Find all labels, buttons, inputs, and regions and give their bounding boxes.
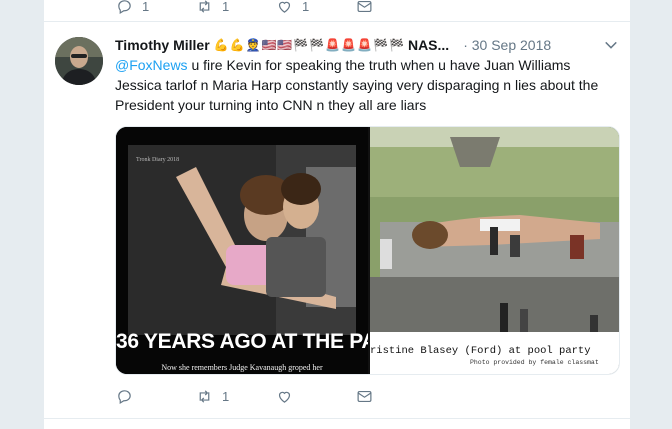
reply-button[interactable]: 1 [116, 0, 149, 15]
retweet-button[interactable]: 1 [196, 0, 229, 15]
timeline-column: 1 1 1 Timothy Miller 💪💪👮🇺🇸🇺🇸🏁🏁🚨🚨🚨🏁🏁 NAS.… [43, 0, 631, 429]
dm-button[interactable] [356, 0, 373, 15]
retweet-icon [199, 390, 210, 403]
right-subcaption: Photo provided by female classmat [470, 359, 599, 366]
display-name-tail[interactable]: NAS... [408, 37, 449, 53]
tweet-text: @FoxNews u fire Kevin for speaking the t… [115, 55, 615, 115]
like-button[interactable] [276, 388, 302, 405]
media-image-right[interactable]: ristine Blasey (Ford) at pool party Phot… [370, 127, 619, 374]
left-caption: 36 YEARS AGO AT THE PART [116, 330, 368, 353]
tweet-media[interactable]: Tronk Diary 2018 36 YEARS AGO AT THE PAR… [115, 126, 620, 375]
envelope-icon [357, 390, 372, 403]
left-corner-text: Tronk Diary 2018 [136, 157, 180, 163]
like-count: 1 [302, 0, 310, 14]
mention-link[interactable]: @FoxNews [115, 57, 188, 73]
like-button[interactable]: 1 [276, 0, 309, 15]
retweet-count: 1 [222, 389, 230, 404]
reply-button[interactable] [116, 388, 142, 405]
display-name[interactable]: Timothy Miller [115, 37, 210, 53]
retweet-count: 1 [222, 0, 230, 14]
tweet-menu-button[interactable] [604, 38, 618, 52]
chevron-down-icon [605, 41, 617, 49]
avatar[interactable] [55, 37, 103, 85]
tweet-date[interactable]: · 30 Sep 2018 [463, 37, 551, 53]
retweet-icon [199, 0, 210, 13]
previous-tweet-actions: 1 1 1 [44, 0, 630, 22]
photo-right [370, 127, 619, 374]
avatar-image [55, 37, 103, 85]
next-tweet-edge [44, 418, 630, 429]
dm-button[interactable] [356, 388, 373, 405]
heart-icon [278, 1, 291, 13]
heart-icon [278, 391, 291, 403]
envelope-icon [357, 0, 372, 13]
tweet-header: Timothy Miller 💪💪👮🇺🇸🇺🇸🏁🏁🚨🚨🚨🏁🏁 NAS... · 3… [115, 36, 621, 54]
retweet-button[interactable]: 1 [196, 388, 229, 405]
right-caption: ristine Blasey (Ford) at pool party [370, 345, 591, 357]
timeline-page: 1 1 1 Timothy Miller 💪💪👮🇺🇸🇺🇸🏁🏁🚨🚨🚨🏁🏁 NAS.… [0, 0, 672, 429]
tweet-body: u fire Kevin for speaking the truth when… [115, 57, 599, 113]
reply-icon [118, 0, 131, 14]
media-image-left[interactable]: Tronk Diary 2018 36 YEARS AGO AT THE PAR… [116, 127, 368, 374]
reply-icon [118, 390, 131, 404]
name-emojis: 💪💪👮🇺🇸🇺🇸🏁🏁🚨🚨🚨🏁🏁 [213, 38, 405, 52]
tweet-actions: 1 [44, 388, 630, 412]
reply-count: 1 [142, 0, 150, 14]
left-subcaption: Now she remembers Judge Kavanaugh groped… [161, 363, 323, 372]
